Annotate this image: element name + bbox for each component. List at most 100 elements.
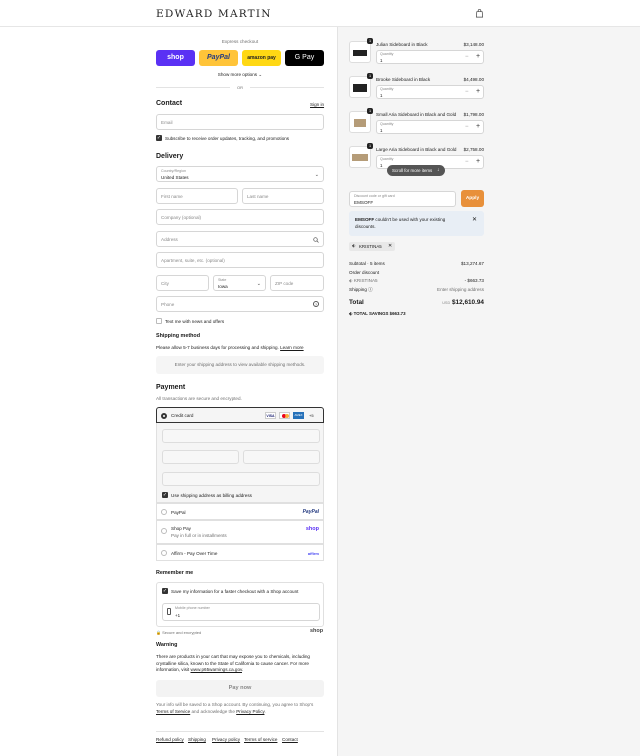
learn-more-link[interactable]: Learn more — [280, 345, 304, 350]
show-more-options[interactable]: Show more options ⌄ — [156, 72, 324, 78]
product-price: $4,498.00 — [463, 77, 484, 82]
close-icon[interactable]: ✕ — [472, 216, 477, 223]
product-price: $1,798.00 — [463, 112, 484, 117]
scroll-more-pill[interactable]: Scroll for more items ↓ — [387, 165, 445, 176]
quantity-stepper[interactable]: Quantity 1 − + — [376, 50, 484, 64]
state-select[interactable]: State Iowa ⌄ — [213, 275, 266, 291]
shop-pay-option[interactable]: Shop Pay Pay in full or in installments … — [156, 520, 324, 544]
apartment-placeholder: Apartment, suite, etc. (optional) — [161, 258, 225, 263]
subscribe-label: Subscribe to receive order updates, trac… — [165, 136, 290, 141]
currency-label: USD — [442, 301, 451, 305]
apartment-field[interactable]: Apartment, suite, etc. (optional) — [156, 252, 324, 268]
credit-card-option[interactable]: Credit card VISA AMEX +5 — [156, 407, 324, 423]
terms-part1: Your info will be saved to a Shop accoun… — [156, 702, 314, 707]
mobile-label: Mobile phone number — [175, 606, 210, 610]
affirm-option[interactable]: Affirm - Pay Over Time affirm — [156, 544, 324, 561]
plus-icon[interactable]: + — [476, 88, 480, 95]
quantity-stepper[interactable]: Quantity 1 − + — [376, 85, 484, 99]
country-select[interactable]: Country/Region United States ⌄ — [156, 166, 324, 182]
security-code-field[interactable] — [243, 450, 320, 464]
error-code: EMSOFF — [355, 217, 375, 222]
tag-label: KRISTINA5 — [359, 244, 382, 249]
cart-item: 1 Small Aria Sideboard in Black and Gold… — [349, 108, 484, 139]
shipping-placeholder-text: Enter your shipping address to view avai… — [174, 362, 306, 367]
sign-in-link[interactable]: Sign in — [310, 102, 324, 107]
shop-pay-button[interactable]: shop — [156, 50, 195, 66]
contact-link[interactable]: Contact — [282, 737, 298, 742]
order-discount-row: Order discount — [349, 270, 484, 275]
terms-link[interactable]: Terms of service — [244, 737, 277, 742]
email-field[interactable]: Email — [156, 114, 324, 130]
paypal-button[interactable]: PayPal — [199, 50, 238, 66]
paypal-option[interactable]: PayPal PayPal — [156, 503, 324, 520]
terms-of-service-link[interactable]: Terms of Service — [156, 709, 190, 714]
discount-error-text: EMSOFF couldn't be used with your existi… — [355, 217, 467, 230]
affirm-radio[interactable] — [161, 550, 167, 556]
city-placeholder: City — [161, 281, 169, 286]
minus-icon[interactable]: − — [465, 159, 469, 165]
privacy-link[interactable]: Privacy policy — [212, 737, 240, 742]
country-label: Country/Region — [161, 169, 186, 173]
news-checkbox[interactable] — [156, 318, 162, 324]
product-name: Small Aria Sideboard in Black and Gold — [376, 112, 457, 117]
billing-checkbox[interactable]: ✓ — [162, 492, 168, 498]
chevron-down-icon: ⌄ — [314, 172, 319, 178]
company-placeholder: Company (optional) — [161, 215, 202, 220]
discount-code-field[interactable]: Discount code or gift card EMSOFF — [349, 191, 456, 207]
first-name-field[interactable]: First name — [156, 188, 238, 204]
remember-title: Remember me — [156, 570, 194, 576]
cart-item: 1 Brooke Sideboard in Black $4,498.00 Qu… — [349, 73, 484, 104]
city-field[interactable]: City — [156, 275, 209, 291]
minus-icon[interactable]: − — [465, 54, 469, 60]
quantity-value: 1 — [380, 93, 383, 98]
bag-icon[interactable] — [475, 9, 484, 18]
paypal-radio[interactable] — [161, 509, 167, 515]
quantity-stepper[interactable]: Quantity 1 − + — [376, 120, 484, 134]
shop-pay-radio[interactable] — [161, 528, 167, 534]
plus-icon[interactable]: + — [476, 158, 480, 165]
plus-icon[interactable]: + — [476, 53, 480, 60]
product-thumbnail — [349, 41, 371, 63]
phone-field[interactable]: Phone ? — [156, 296, 324, 312]
card-number-field[interactable] — [162, 429, 320, 443]
tag-icon: ⬖ — [349, 278, 353, 283]
shipping-link[interactable]: Shipping — [188, 737, 206, 742]
p65-link[interactable]: www.p65warnings.ca.gov — [190, 667, 242, 672]
minus-icon[interactable]: − — [465, 124, 469, 130]
product-thumbnail — [349, 76, 371, 98]
minus-icon[interactable]: − — [465, 89, 469, 95]
phone-placeholder: Phone — [161, 302, 175, 307]
mobile-field[interactable]: Mobile phone number +1 — [162, 603, 320, 621]
address-field[interactable]: Address — [156, 231, 324, 247]
amex-icon: AMEX — [293, 412, 304, 419]
plus-icon[interactable]: + — [476, 123, 480, 130]
subscribe-checkbox[interactable]: ✓ — [156, 135, 162, 141]
brand-logo[interactable]: EDWARD MARTIN — [156, 8, 272, 20]
help-icon[interactable]: ? — [313, 301, 319, 307]
affirm-option-label: Affirm - Pay Over Time — [171, 551, 218, 556]
delivery-title: Delivery — [156, 153, 184, 160]
help-icon[interactable]: ⓘ — [368, 287, 373, 292]
apply-button[interactable]: Apply — [461, 190, 484, 207]
remove-tag-icon[interactable]: ✕ — [388, 243, 392, 249]
address-placeholder: Address — [161, 237, 178, 242]
state-value: Iowa — [218, 284, 228, 289]
zip-field[interactable]: ZIP code — [270, 275, 324, 291]
amazon-pay-button[interactable]: amazon pay — [242, 50, 281, 66]
pay-now-button[interactable]: Pay now — [156, 680, 324, 697]
quantity-value: 1 — [380, 128, 383, 133]
quantity-value: 1 — [380, 163, 383, 168]
expiry-field[interactable] — [162, 450, 239, 464]
name-on-card-field[interactable] — [162, 472, 320, 486]
privacy-policy-link[interactable]: Privacy Policy — [236, 709, 264, 714]
refund-policy-link[interactable]: Refund policy — [156, 737, 184, 742]
credit-card-radio[interactable] — [161, 413, 167, 419]
shop-pay-label: shop — [167, 54, 184, 61]
last-name-field[interactable]: Last name — [242, 188, 324, 204]
save-info-checkbox[interactable]: ✓ — [162, 588, 168, 594]
quantity-badge: 1 — [367, 143, 373, 149]
footer-divider — [156, 731, 324, 732]
company-field[interactable]: Company (optional) — [156, 209, 324, 225]
product-price: $2,758.00 — [463, 147, 484, 152]
google-pay-button[interactable]: G Pay — [285, 50, 324, 66]
